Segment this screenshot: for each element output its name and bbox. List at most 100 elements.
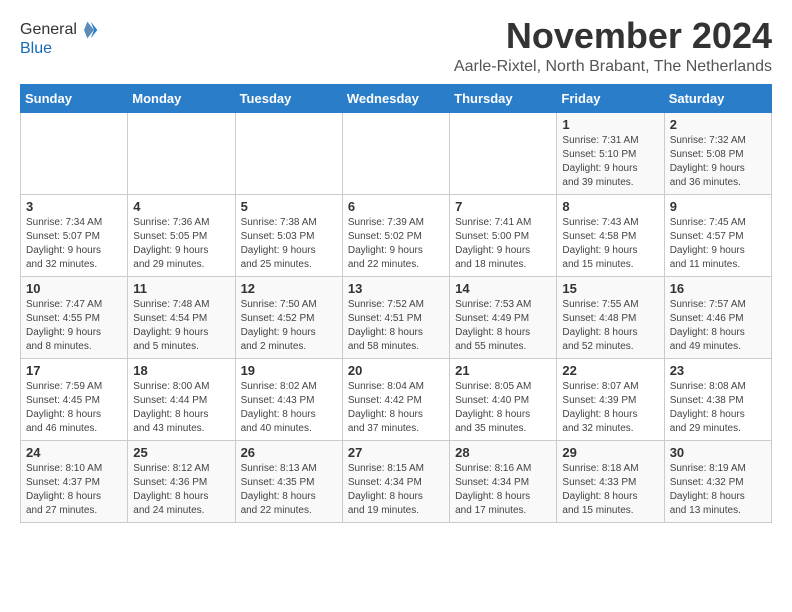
weekday-header-sunday: Sunday [21, 84, 128, 112]
calendar-cell [235, 112, 342, 194]
calendar-cell: 28 Sunrise: 8:16 AM Sunset: 4:34 PM Dayli… [450, 440, 557, 522]
calendar-cell [128, 112, 235, 194]
weekday-header-wednesday: Wednesday [342, 84, 449, 112]
day-info: Sunrise: 8:02 AM Sunset: 4:43 PM Dayligh… [241, 380, 337, 436]
calendar-cell: 12 Sunrise: 7:50 AM Sunset: 4:52 PM Dayli… [235, 276, 342, 358]
calendar-cell: 21 Sunrise: 8:05 AM Sunset: 4:40 PM Dayli… [450, 358, 557, 440]
day-number: 5 [241, 199, 337, 214]
day-number: 18 [133, 363, 229, 378]
weekday-header-friday: Friday [557, 84, 664, 112]
day-number: 13 [348, 281, 444, 296]
day-info: Sunrise: 7:47 AM Sunset: 4:55 PM Dayligh… [26, 298, 122, 354]
day-info: Sunrise: 7:59 AM Sunset: 4:45 PM Dayligh… [26, 380, 122, 436]
calendar-header: SundayMondayTuesdayWednesdayThursdayFrid… [21, 84, 772, 112]
week-row-3: 17Sunrise: 7:59 AM Sunset: 4:45 PM Dayli… [21, 358, 772, 440]
day-info: Sunrise: 8:07 AM Sunset: 4:39 PM Dayligh… [562, 380, 658, 436]
calendar-cell: 8 Sunrise: 7:43 AM Sunset: 4:58 PM Daylig… [557, 194, 664, 276]
weekday-header-row: SundayMondayTuesdayWednesdayThursdayFrid… [21, 84, 772, 112]
logo: General Blue [20, 20, 99, 58]
calendar-cell: 29 Sunrise: 8:18 AM Sunset: 4:33 PM Dayli… [557, 440, 664, 522]
day-number: 1 [562, 117, 658, 132]
day-number: 24 [26, 445, 122, 460]
calendar-table: SundayMondayTuesdayWednesdayThursdayFrid… [20, 84, 772, 523]
calendar-cell: 3 Sunrise: 7:34 AM Sunset: 5:07 PM Daylig… [21, 194, 128, 276]
calendar-cell: 11Sunrise: 7:48 AM Sunset: 4:54 PM Dayli… [128, 276, 235, 358]
weekday-header-thursday: Thursday [450, 84, 557, 112]
calendar-cell: 9Sunrise: 7:45 AM Sunset: 4:57 PM Daylig… [664, 194, 771, 276]
day-number: 27 [348, 445, 444, 460]
day-info: Sunrise: 7:34 AM Sunset: 5:07 PM Dayligh… [26, 216, 122, 272]
calendar-cell: 1 Sunrise: 7:31 AM Sunset: 5:10 PM Daylig… [557, 112, 664, 194]
calendar-cell: 19 Sunrise: 8:02 AM Sunset: 4:43 PM Dayli… [235, 358, 342, 440]
week-row-2: 10 Sunrise: 7:47 AM Sunset: 4:55 PM Dayli… [21, 276, 772, 358]
day-info: Sunrise: 7:53 AM Sunset: 4:49 PM Dayligh… [455, 298, 551, 354]
day-number: 4 [133, 199, 229, 214]
day-number: 19 [241, 363, 337, 378]
day-info: Sunrise: 7:31 AM Sunset: 5:10 PM Dayligh… [562, 134, 658, 190]
calendar-cell [21, 112, 128, 194]
day-number: 21 [455, 363, 551, 378]
logo-blue-text: Blue [20, 40, 52, 58]
title-area: November 2024 Aarle-Rixtel, North Braban… [454, 16, 772, 76]
day-number: 3 [26, 199, 122, 214]
weekday-header-saturday: Saturday [664, 84, 771, 112]
week-row-0: 1 Sunrise: 7:31 AM Sunset: 5:10 PM Daylig… [21, 112, 772, 194]
week-row-4: 24 Sunrise: 8:10 AM Sunset: 4:37 PM Dayli… [21, 440, 772, 522]
day-info: Sunrise: 8:10 AM Sunset: 4:37 PM Dayligh… [26, 462, 122, 518]
day-info: Sunrise: 7:38 AM Sunset: 5:03 PM Dayligh… [241, 216, 337, 272]
calendar-cell: 17Sunrise: 7:59 AM Sunset: 4:45 PM Dayli… [21, 358, 128, 440]
day-number: 8 [562, 199, 658, 214]
calendar-cell [450, 112, 557, 194]
calendar-cell: 2 Sunrise: 7:32 AM Sunset: 5:08 PM Daylig… [664, 112, 771, 194]
day-number: 29 [562, 445, 658, 460]
calendar-cell: 16 Sunrise: 7:57 AM Sunset: 4:46 PM Dayli… [664, 276, 771, 358]
calendar-subtitle: Aarle-Rixtel, North Brabant, The Netherl… [454, 58, 772, 76]
logo-general-text: General [20, 21, 77, 39]
day-info: Sunrise: 8:16 AM Sunset: 4:34 PM Dayligh… [455, 462, 551, 518]
calendar-cell: 15Sunrise: 7:55 AM Sunset: 4:48 PM Dayli… [557, 276, 664, 358]
calendar-cell: 4 Sunrise: 7:36 AM Sunset: 5:05 PM Daylig… [128, 194, 235, 276]
day-info: Sunrise: 7:43 AM Sunset: 4:58 PM Dayligh… [562, 216, 658, 272]
day-info: Sunrise: 7:39 AM Sunset: 5:02 PM Dayligh… [348, 216, 444, 272]
day-info: Sunrise: 8:15 AM Sunset: 4:34 PM Dayligh… [348, 462, 444, 518]
day-number: 12 [241, 281, 337, 296]
day-number: 10 [26, 281, 122, 296]
day-info: Sunrise: 7:32 AM Sunset: 5:08 PM Dayligh… [670, 134, 766, 190]
weekday-header-monday: Monday [128, 84, 235, 112]
day-info: Sunrise: 8:18 AM Sunset: 4:33 PM Dayligh… [562, 462, 658, 518]
day-info: Sunrise: 7:41 AM Sunset: 5:00 PM Dayligh… [455, 216, 551, 272]
calendar-cell [342, 112, 449, 194]
day-info: Sunrise: 7:52 AM Sunset: 4:51 PM Dayligh… [348, 298, 444, 354]
calendar-cell: 14Sunrise: 7:53 AM Sunset: 4:49 PM Dayli… [450, 276, 557, 358]
calendar-cell: 30 Sunrise: 8:19 AM Sunset: 4:32 PM Dayli… [664, 440, 771, 522]
calendar-cell: 22 Sunrise: 8:07 AM Sunset: 4:39 PM Dayli… [557, 358, 664, 440]
day-number: 16 [670, 281, 766, 296]
day-info: Sunrise: 8:19 AM Sunset: 4:32 PM Dayligh… [670, 462, 766, 518]
day-number: 28 [455, 445, 551, 460]
calendar-body: 1 Sunrise: 7:31 AM Sunset: 5:10 PM Daylig… [21, 112, 772, 522]
calendar-cell: 20 Sunrise: 8:04 AM Sunset: 4:42 PM Dayli… [342, 358, 449, 440]
day-info: Sunrise: 8:04 AM Sunset: 4:42 PM Dayligh… [348, 380, 444, 436]
day-info: Sunrise: 7:57 AM Sunset: 4:46 PM Dayligh… [670, 298, 766, 354]
day-number: 23 [670, 363, 766, 378]
day-info: Sunrise: 7:55 AM Sunset: 4:48 PM Dayligh… [562, 298, 658, 354]
day-number: 22 [562, 363, 658, 378]
calendar-cell: 24 Sunrise: 8:10 AM Sunset: 4:37 PM Dayli… [21, 440, 128, 522]
day-info: Sunrise: 8:05 AM Sunset: 4:40 PM Dayligh… [455, 380, 551, 436]
calendar-cell: 18Sunrise: 8:00 AM Sunset: 4:44 PM Dayli… [128, 358, 235, 440]
day-info: Sunrise: 8:08 AM Sunset: 4:38 PM Dayligh… [670, 380, 766, 436]
calendar-cell: 26Sunrise: 8:13 AM Sunset: 4:35 PM Dayli… [235, 440, 342, 522]
calendar-cell: 10 Sunrise: 7:47 AM Sunset: 4:55 PM Dayli… [21, 276, 128, 358]
day-number: 25 [133, 445, 229, 460]
page-header: General Blue November 2024 Aarle-Rixtel,… [20, 16, 772, 76]
weekday-header-tuesday: Tuesday [235, 84, 342, 112]
week-row-1: 3 Sunrise: 7:34 AM Sunset: 5:07 PM Daylig… [21, 194, 772, 276]
calendar-cell: 25Sunrise: 8:12 AM Sunset: 4:36 PM Dayli… [128, 440, 235, 522]
day-number: 20 [348, 363, 444, 378]
day-number: 2 [670, 117, 766, 132]
calendar-cell: 13 Sunrise: 7:52 AM Sunset: 4:51 PM Dayli… [342, 276, 449, 358]
day-info: Sunrise: 8:13 AM Sunset: 4:35 PM Dayligh… [241, 462, 337, 518]
day-info: Sunrise: 7:36 AM Sunset: 5:05 PM Dayligh… [133, 216, 229, 272]
day-info: Sunrise: 7:50 AM Sunset: 4:52 PM Dayligh… [241, 298, 337, 354]
day-number: 30 [670, 445, 766, 460]
